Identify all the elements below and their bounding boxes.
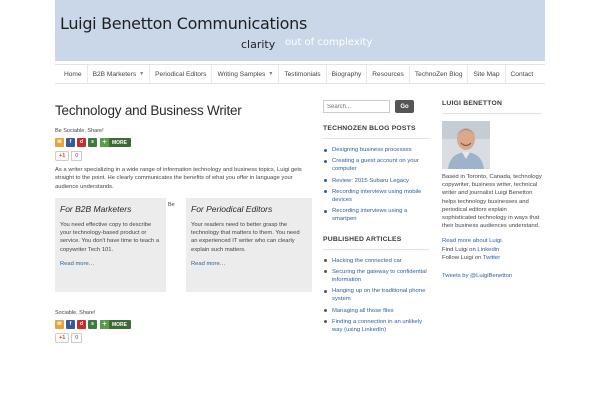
b2b-box-title[interactable]: For B2B Marketers [60, 204, 161, 214]
main-navigation: Home B2B Marketers ▼ Periodical Editors W… [55, 64, 545, 84]
nav-technozen-blog[interactable]: TechnoZen Blog [410, 65, 469, 83]
search-form: Go [323, 100, 429, 113]
share-bar-bottom: Sociable, Share! ✉ f d s + MORE +1 0 [55, 310, 131, 348]
periodical-box-title[interactable]: For Periodical Editors [191, 204, 307, 214]
periodical-editors-box: For Periodical Editors Your readers need… [186, 197, 312, 292]
share-label-bottom: Sociable, Share! [55, 310, 96, 316]
published-articles-heading: PUBLISHED ARTICLES [323, 236, 429, 250]
delicious-share-icon[interactable]: d [77, 320, 86, 329]
plus-icon: + [100, 138, 109, 147]
blog-posts-heading: TECHNOZEN BLOG POSTS [323, 125, 429, 139]
list-item[interactable]: Recording interviews using mobile device… [323, 188, 429, 204]
nav-contact[interactable]: Contact [506, 65, 539, 83]
linkedin-link[interactable]: Linkedin [477, 247, 499, 253]
list-item[interactable]: Hanging up on the traditional phone syst… [323, 287, 429, 303]
list-item[interactable]: Review: 2015 Subaru Legacy [323, 177, 429, 185]
gplus-widget: +1 0 [55, 151, 315, 161]
list-item[interactable]: Finding a connection in an unlikely way … [323, 318, 429, 334]
share-icons-bottom: ✉ f d s + MORE [55, 320, 131, 329]
published-articles-list: Hacking the connected car Securing the g… [323, 257, 429, 335]
share-icons: ✉ f d s + MORE [55, 138, 315, 147]
tagline-clarity: clarity [241, 38, 276, 51]
nav-site-map[interactable]: Site Map [468, 65, 506, 83]
chevron-down-icon: ▼ [139, 71, 145, 77]
nav-testimonials[interactable]: Testimonials [279, 65, 327, 83]
email-share-icon[interactable]: ✉ [55, 138, 64, 147]
delicious-share-icon[interactable]: d [77, 138, 86, 147]
b2b-read-more-link[interactable]: Read more… [60, 261, 94, 267]
sidebar-blog: Go TECHNOZEN BLOG POSTS Designing busine… [323, 100, 429, 346]
facebook-share-icon[interactable]: f [66, 138, 75, 147]
periodical-read-more-link[interactable]: Read more… [191, 261, 225, 267]
gplus-count: 0 [71, 333, 83, 343]
list-item[interactable]: Recording interviews using a smartpen [323, 207, 429, 223]
list-item[interactable]: Designing business processes [323, 146, 429, 154]
b2b-box-body: You need effective copy to describe your… [60, 221, 160, 253]
stumbleupon-share-icon[interactable]: s [88, 138, 97, 147]
author-photo-image [442, 121, 490, 169]
blog-posts-list: Designing business processes Creating a … [323, 146, 429, 224]
author-bio: Based in Toronto, Canada, technology cop… [442, 174, 542, 230]
gplus-widget-bottom: +1 0 [55, 333, 131, 343]
intro-paragraph: As a writer specializing in a wide range… [55, 167, 302, 190]
list-item[interactable]: Managing all those files [323, 307, 429, 315]
sidebar-about: LUIGI BENETTON Based in Toronto, Canada,… [442, 100, 542, 279]
nav-resources[interactable]: Resources [367, 65, 410, 83]
b2b-marketers-box: For B2B Marketers You need effective cop… [55, 197, 166, 292]
email-share-icon[interactable]: ✉ [55, 320, 64, 329]
search-input[interactable] [323, 100, 390, 113]
gplus-button[interactable]: +1 [55, 333, 70, 343]
be-label: Be [168, 201, 175, 208]
gplus-count: 0 [71, 151, 83, 161]
nav-b2b-marketers[interactable]: B2B Marketers ▼ [88, 65, 151, 83]
nav-periodical-editors[interactable]: Periodical Editors [150, 65, 213, 83]
periodical-box-body: Your readers need to better grasp the te… [191, 221, 300, 253]
tweets-link[interactable]: Tweets by @LuigiBenetton [442, 273, 512, 279]
main-content: Technology and Business Writer Be Sociab… [55, 103, 315, 298]
nav-home[interactable]: Home [55, 65, 88, 83]
list-item[interactable]: Hacking the connected car [323, 257, 429, 265]
page-title: Technology and Business Writer [55, 103, 242, 118]
audience-boxes: For B2B Marketers You need effective cop… [55, 197, 315, 298]
stumbleupon-share-icon[interactable]: s [88, 320, 97, 329]
nav-biography[interactable]: Biography [327, 65, 368, 83]
chevron-down-icon: ▼ [268, 71, 274, 77]
twitter-link[interactable]: Twitter [483, 255, 500, 261]
site-title[interactable]: Luigi Benetton Communications [60, 14, 307, 33]
search-go-button[interactable]: Go [395, 100, 414, 113]
site-header: ​ Luigi Benetton Communications clarity … [55, 0, 545, 61]
read-more-about-link[interactable]: Read more about Luigi. [442, 238, 503, 244]
gplus-button[interactable]: +1 [55, 151, 70, 161]
nav-writing-samples[interactable]: Writing Samples ▼ [212, 65, 280, 83]
list-item[interactable]: Creating a guest account on your compute… [323, 157, 429, 173]
facebook-share-icon[interactable]: f [66, 320, 75, 329]
author-photo [442, 121, 490, 169]
more-share-button[interactable]: + MORE [100, 138, 131, 147]
list-item[interactable]: Securing the gateway to confidential inf… [323, 268, 429, 284]
share-label: Be Sociable, Share! [55, 128, 104, 134]
tagline-out-of-complexity: out of complexity [285, 37, 373, 48]
plus-icon: + [100, 320, 109, 329]
more-share-button[interactable]: + MORE [100, 320, 131, 329]
author-links: Read more about Luigi. Find Luigi on Lin… [442, 238, 504, 261]
about-heading: LUIGI BENETTON [442, 100, 542, 114]
